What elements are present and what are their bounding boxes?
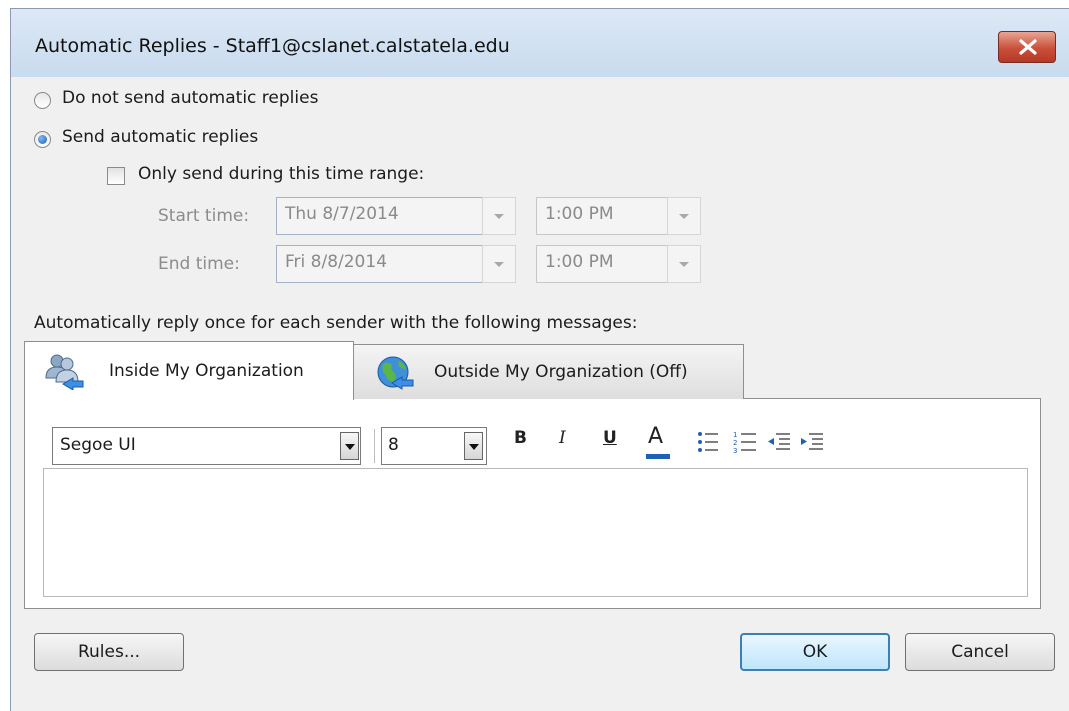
increase-indent-icon[interactable]: [800, 430, 824, 458]
numbering-icon[interactable]: 1 2 3: [733, 430, 757, 458]
tab-outside-my-organization[interactable]: Outside My Organization (Off): [353, 344, 744, 399]
reply-heading: Automatically reply once for each sender…: [34, 313, 638, 333]
start-date-field[interactable]: Thu 8/7/2014: [276, 197, 483, 235]
time-range-checkbox[interactable]: [107, 167, 125, 185]
bold-button[interactable]: B: [514, 428, 527, 448]
font-name-combo[interactable]: Segoe UI: [52, 427, 361, 465]
ok-button[interactable]: OK: [740, 633, 890, 671]
do-not-send-label[interactable]: Do not send automatic replies: [62, 88, 318, 108]
end-time-dropdown[interactable]: [667, 245, 701, 283]
font-color-button[interactable]: A: [648, 424, 663, 449]
send-automatic-replies-radio[interactable]: [34, 131, 51, 148]
window-title: Automatic Replies - Staff1@cslanet.calst…: [35, 35, 510, 57]
end-date-dropdown[interactable]: [482, 245, 516, 283]
cancel-button[interactable]: Cancel: [905, 633, 1055, 671]
start-time-field[interactable]: 1:00 PM: [536, 197, 668, 235]
decrease-indent-icon[interactable]: [767, 430, 791, 458]
globe-icon: [374, 355, 416, 395]
font-name-dropdown[interactable]: [340, 432, 359, 460]
toolbar-separator: [374, 429, 375, 463]
svg-text:2: 2: [733, 439, 737, 447]
start-date-dropdown[interactable]: [482, 197, 516, 235]
svg-text:3: 3: [733, 447, 737, 454]
tab-inside-my-organization[interactable]: Inside My Organization: [24, 341, 354, 400]
font-size-dropdown[interactable]: [464, 432, 483, 460]
end-date-field[interactable]: Fri 8/8/2014: [276, 245, 483, 283]
rules-button[interactable]: Rules...: [34, 633, 184, 671]
title-bar: Automatic Replies - Staff1@cslanet.calst…: [11, 9, 1069, 77]
underline-button[interactable]: U: [603, 428, 617, 448]
end-time-label: End time:: [158, 254, 240, 274]
tab-outside-label: Outside My Organization (Off): [434, 362, 688, 382]
tab-inside-label: Inside My Organization: [109, 361, 304, 381]
bullets-icon[interactable]: [697, 430, 719, 458]
do-not-send-radio[interactable]: [34, 92, 51, 109]
send-automatic-replies-label[interactable]: Send automatic replies: [62, 127, 258, 147]
start-time-dropdown[interactable]: [667, 197, 701, 235]
close-button[interactable]: [998, 31, 1056, 63]
font-color-swatch: [646, 454, 670, 459]
start-time-label: Start time:: [158, 206, 250, 226]
end-time-field[interactable]: 1:00 PM: [536, 245, 668, 283]
svg-text:1: 1: [733, 431, 737, 439]
reply-message-editor[interactable]: [43, 468, 1028, 597]
people-icon: [43, 352, 85, 394]
italic-button[interactable]: I: [559, 428, 566, 448]
time-range-label[interactable]: Only send during this time range:: [138, 164, 424, 184]
